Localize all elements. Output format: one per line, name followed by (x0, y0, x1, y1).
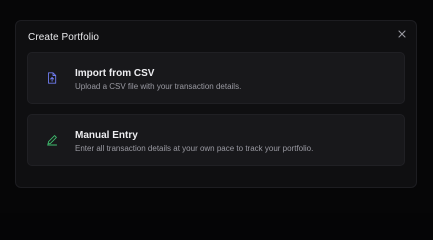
option-label: Manual Entry (75, 130, 138, 141)
close-icon (398, 30, 406, 38)
option-label: Import from CSV (75, 68, 155, 79)
option-description: Enter all transaction details at your ow… (75, 144, 314, 153)
close-button[interactable] (395, 27, 409, 41)
manual-entry-option[interactable]: Manual Entry Enter all transaction detai… (27, 114, 405, 166)
dialog-title: Create Portfolio (28, 32, 100, 43)
option-description: Upload a CSV file with your transaction … (75, 82, 242, 91)
import-from-csv-option[interactable]: Import from CSV Upload a CSV file with y… (27, 52, 405, 104)
modal-backdrop: Create Portfolio Import from CSV Upload … (0, 0, 433, 213)
file-upload-icon (45, 71, 59, 85)
pencil-icon (45, 133, 59, 147)
create-portfolio-dialog: Create Portfolio Import from CSV Upload … (15, 20, 417, 188)
